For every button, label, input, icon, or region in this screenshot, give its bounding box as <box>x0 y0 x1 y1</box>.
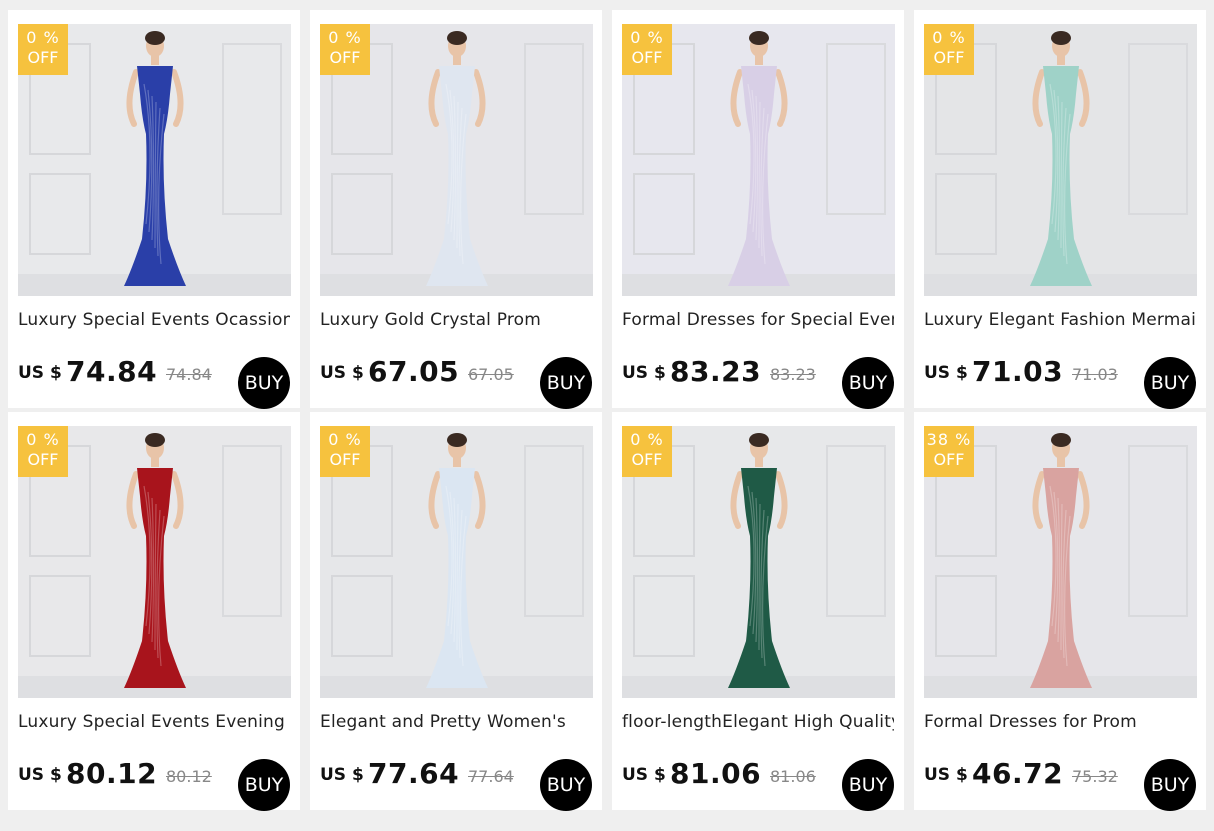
discount-off-label: OFF <box>329 450 361 469</box>
buy-button[interactable]: BUY <box>1144 357 1196 409</box>
discount-badge: 0 % OFF <box>924 24 974 75</box>
product-photo[interactable]: 0 % OFF <box>622 24 895 296</box>
product-card[interactable]: 0 % OFF Luxury Elegant Fashion Mermaid U… <box>914 10 1206 409</box>
product-card[interactable]: 0 % OFF floor-lengthElegant High Quality… <box>612 412 904 811</box>
discount-percent: 0 % <box>328 430 362 449</box>
original-price: 83.23 <box>770 365 816 384</box>
product-title[interactable]: floor-lengthElegant High Quality <box>622 712 894 732</box>
buy-button[interactable]: BUY <box>842 357 894 409</box>
sale-price: 81.06 <box>670 757 762 790</box>
sale-price: 77.64 <box>368 757 460 790</box>
discount-badge: 0 % OFF <box>18 24 68 75</box>
price-row: US $ 67.05 67.05 BUY <box>320 355 592 409</box>
currency-label: US $ <box>924 363 968 383</box>
product-photo[interactable]: 0 % OFF <box>320 426 593 698</box>
product-title[interactable]: Formal Dresses for Prom <box>924 712 1196 732</box>
original-price: 74.84 <box>166 365 212 384</box>
original-price: 81.06 <box>770 767 816 786</box>
original-price: 67.05 <box>468 365 514 384</box>
currency-label: US $ <box>924 765 968 785</box>
price-row: US $ 80.12 80.12 BUY <box>18 757 290 811</box>
discount-percent: 0 % <box>26 28 60 47</box>
buy-button[interactable]: BUY <box>238 357 290 409</box>
product-card[interactable]: 0 % OFF Luxury Gold Crystal Prom US $ 67… <box>310 10 602 409</box>
original-price: 75.32 <box>1072 767 1118 786</box>
product-title[interactable]: Luxury Elegant Fashion Mermaid <box>924 310 1196 330</box>
discount-off-label: OFF <box>933 450 965 469</box>
discount-percent: 0 % <box>630 28 664 47</box>
sale-price: 74.84 <box>66 355 158 388</box>
discount-badge: 0 % OFF <box>18 426 68 477</box>
product-title[interactable]: Luxury Special Events Ocassion <box>18 310 290 330</box>
discount-badge: 0 % OFF <box>622 426 672 477</box>
discount-badge: 0 % OFF <box>320 426 370 477</box>
discount-off-label: OFF <box>27 48 59 67</box>
currency-label: US $ <box>18 363 62 383</box>
price-row: US $ 71.03 71.03 BUY <box>924 355 1196 409</box>
product-card[interactable]: 0 % OFF Luxury Special Events Ocassion U… <box>8 10 300 409</box>
currency-label: US $ <box>622 765 666 785</box>
price-row: US $ 83.23 83.23 BUY <box>622 355 894 409</box>
discount-off-label: OFF <box>933 48 965 67</box>
product-card[interactable]: 0 % OFF Luxury Special Events Evening US… <box>8 412 300 811</box>
sale-price: 67.05 <box>368 355 460 388</box>
discount-percent: 0 % <box>328 28 362 47</box>
discount-percent: 0 % <box>932 28 966 47</box>
discount-off-label: OFF <box>631 450 663 469</box>
price-row: US $ 77.64 77.64 BUY <box>320 757 592 811</box>
product-card[interactable]: 0 % OFF Elegant and Pretty Women's US $ … <box>310 412 602 811</box>
discount-off-label: OFF <box>631 48 663 67</box>
price-row: US $ 74.84 74.84 BUY <box>18 355 290 409</box>
product-photo[interactable]: 38 % OFF <box>924 426 1197 698</box>
product-title[interactable]: Luxury Special Events Evening <box>18 712 290 732</box>
product-title[interactable]: Formal Dresses for Special Events <box>622 310 894 330</box>
original-price: 71.03 <box>1072 365 1118 384</box>
product-photo[interactable]: 0 % OFF <box>622 426 895 698</box>
discount-off-label: OFF <box>329 48 361 67</box>
buy-button[interactable]: BUY <box>842 759 894 811</box>
price-row: US $ 46.72 75.32 BUY <box>924 757 1196 811</box>
product-grid: 0 % OFF Luxury Special Events Ocassion U… <box>8 10 1206 811</box>
product-photo[interactable]: 0 % OFF <box>320 24 593 296</box>
sale-price: 83.23 <box>670 355 762 388</box>
discount-badge: 38 % OFF <box>924 426 974 477</box>
product-photo[interactable]: 0 % OFF <box>18 24 291 296</box>
currency-label: US $ <box>320 765 364 785</box>
sale-price: 71.03 <box>972 355 1064 388</box>
discount-off-label: OFF <box>27 450 59 469</box>
discount-percent: 0 % <box>26 430 60 449</box>
product-card[interactable]: 38 % OFF Formal Dresses for Prom US $ 46… <box>914 412 1206 811</box>
currency-label: US $ <box>320 363 364 383</box>
product-title[interactable]: Luxury Gold Crystal Prom <box>320 310 592 330</box>
discount-badge: 0 % OFF <box>622 24 672 75</box>
currency-label: US $ <box>622 363 666 383</box>
discount-percent: 38 % <box>926 430 972 449</box>
buy-button[interactable]: BUY <box>540 759 592 811</box>
buy-button[interactable]: BUY <box>1144 759 1196 811</box>
product-card[interactable]: 0 % OFF Formal Dresses for Special Event… <box>612 10 904 409</box>
sale-price: 80.12 <box>66 757 158 790</box>
buy-button[interactable]: BUY <box>238 759 290 811</box>
discount-percent: 0 % <box>630 430 664 449</box>
product-photo[interactable]: 0 % OFF <box>924 24 1197 296</box>
product-photo[interactable]: 0 % OFF <box>18 426 291 698</box>
price-row: US $ 81.06 81.06 BUY <box>622 757 894 811</box>
product-title[interactable]: Elegant and Pretty Women's <box>320 712 592 732</box>
original-price: 80.12 <box>166 767 212 786</box>
discount-badge: 0 % OFF <box>320 24 370 75</box>
buy-button[interactable]: BUY <box>540 357 592 409</box>
original-price: 77.64 <box>468 767 514 786</box>
sale-price: 46.72 <box>972 757 1064 790</box>
currency-label: US $ <box>18 765 62 785</box>
